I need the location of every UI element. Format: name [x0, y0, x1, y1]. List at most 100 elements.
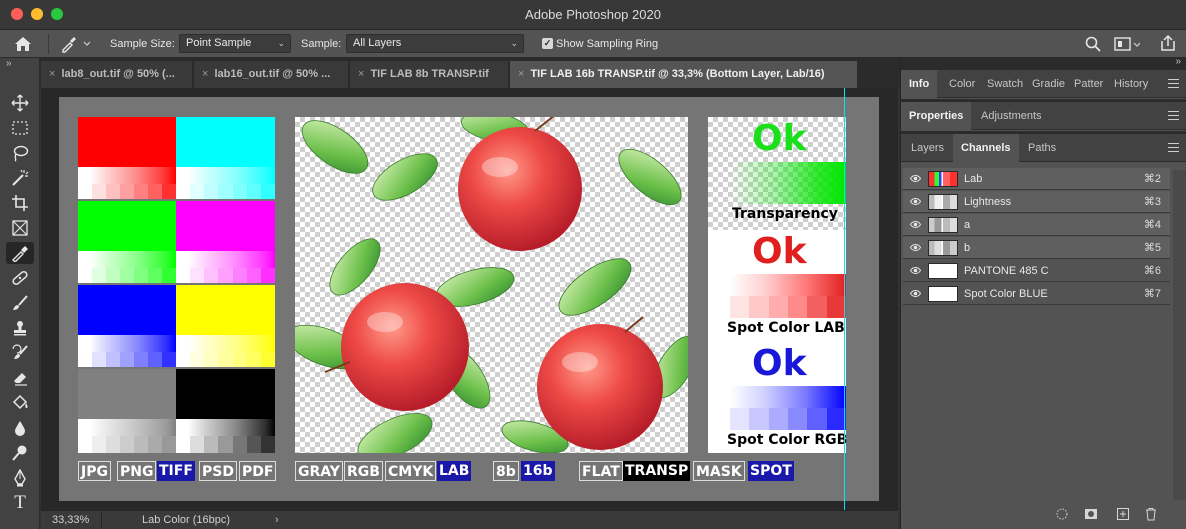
channel-shortcut: ⌘4 [1143, 219, 1161, 231]
new-channel-icon[interactable] [1115, 507, 1131, 523]
expand-icon[interactable]: » [6, 58, 12, 69]
eraser-icon[interactable] [6, 367, 34, 389]
eye-icon[interactable] [910, 220, 921, 229]
share-icon[interactable] [1159, 30, 1177, 58]
tab-swatches[interactable]: Swatch [979, 70, 1025, 98]
spot-lab-test-panel: Ok Spot Color LAB [708, 230, 846, 340]
healing-brush-icon[interactable] [6, 267, 34, 289]
steps-magenta [176, 268, 275, 283]
cyan-guide-line[interactable] [844, 88, 845, 510]
channel-row-b[interactable]: b ⌘5 [903, 237, 1170, 259]
close-icon[interactable]: × [518, 68, 524, 80]
type-icon[interactable]: T [6, 492, 34, 514]
steps-yellow [176, 352, 275, 367]
paint-bucket-icon[interactable] [6, 392, 34, 414]
transparency-test-panel: Ok Transparency [708, 117, 846, 230]
tab-tif-lab-8b[interactable]: × TIF LAB 8b TRANSP.tif [350, 61, 509, 88]
eyedropper-preset-icon[interactable] [60, 30, 91, 58]
marquee-icon[interactable] [6, 117, 34, 139]
collapse-icon[interactable]: » [1175, 56, 1181, 67]
magic-wand-icon[interactable] [6, 167, 34, 189]
crop-icon[interactable] [6, 192, 34, 214]
label-mask: MASK [693, 461, 745, 481]
blur-icon[interactable] [6, 417, 34, 439]
load-selection-icon[interactable] [1054, 507, 1070, 523]
tab-patterns[interactable]: Patter [1066, 70, 1111, 98]
dodge-icon[interactable] [6, 442, 34, 464]
channel-row-lab[interactable]: Lab ⌘2 [903, 168, 1170, 190]
zoom-level[interactable]: 33,33% [52, 511, 89, 529]
save-selection-icon[interactable] [1083, 507, 1099, 523]
toolbar-collapse-gutter[interactable]: » [0, 58, 40, 88]
tab-info[interactable]: Info [901, 70, 938, 98]
channel-thumbnail [928, 171, 958, 187]
eye-icon[interactable] [910, 174, 921, 183]
lasso-icon[interactable] [6, 142, 34, 164]
steps-gray [78, 436, 176, 453]
eye-icon[interactable] [910, 243, 921, 252]
tab-adjustments[interactable]: Adjustments [973, 102, 1050, 130]
tab-properties[interactable]: Properties [901, 102, 972, 130]
caption-transparency: Transparency [732, 206, 838, 222]
panel-scrollbar[interactable] [1173, 170, 1186, 500]
tab-paths[interactable]: Paths [1020, 134, 1064, 162]
label-16b: 16b [521, 461, 555, 481]
chevron-right-icon[interactable]: › [275, 511, 279, 529]
frame-icon[interactable] [6, 217, 34, 239]
move-icon[interactable] [6, 92, 34, 114]
swatch-cyan [176, 117, 275, 167]
tab-color[interactable]: Color [941, 70, 983, 98]
panel-menu-icon[interactable] [1168, 143, 1179, 152]
document-canvas[interactable]: Ok Transparency Ok Spot Color LAB Ok Spo… [59, 97, 879, 501]
workspace-icon[interactable] [1114, 30, 1141, 58]
tab-lab16-out[interactable]: × lab16_out.tif @ 50% ... [194, 61, 349, 88]
channel-row-pantone[interactable]: PANTONE 485 C ⌘6 [903, 260, 1170, 282]
panel-menu-icon[interactable] [1168, 111, 1179, 120]
eye-icon[interactable] [910, 289, 921, 298]
search-icon[interactable] [1085, 30, 1101, 58]
tab-history[interactable]: History [1106, 70, 1158, 98]
channel-thumbnail [928, 217, 958, 233]
history-brush-icon[interactable] [6, 342, 34, 364]
channel-row-spot-blue[interactable]: Spot Color BLUE ⌘7 [903, 283, 1170, 305]
tab-lab8-out[interactable]: × lab8_out.tif @ 50% (... [41, 61, 193, 88]
sample-select[interactable]: All Layers ⌄ [346, 34, 524, 53]
label-flat: FLAT [579, 461, 623, 481]
channel-row-lightness[interactable]: Lightness ⌘3 [903, 191, 1170, 213]
channel-row-a[interactable]: a ⌘4 [903, 214, 1170, 236]
channel-name: PANTONE 485 C [964, 265, 1049, 277]
home-icon[interactable] [14, 30, 32, 58]
close-icon[interactable]: × [49, 68, 55, 80]
apple-pattern-image [295, 117, 688, 453]
apple-leaves-illustration [295, 117, 688, 453]
label-jpg: JPG [78, 461, 111, 481]
eyedropper-icon[interactable] [6, 242, 34, 264]
sample-size-select[interactable]: Point Sample ⌄ [179, 34, 291, 53]
channel-shortcut: ⌘5 [1143, 242, 1161, 254]
eye-icon[interactable] [910, 197, 921, 206]
pen-icon[interactable] [6, 467, 34, 489]
eye-icon[interactable] [910, 266, 921, 275]
tab-tif-lab-16b[interactable]: × TIF LAB 16b TRANSP.tif @ 33,3% (Bottom … [510, 61, 858, 88]
tab-layers[interactable]: Layers [903, 134, 952, 162]
brush-icon[interactable] [6, 292, 34, 314]
panel-menu-icon[interactable] [1168, 79, 1179, 88]
channel-shortcut: ⌘3 [1143, 196, 1161, 208]
stamp-icon[interactable] [6, 317, 34, 339]
label-cmyk: CMYK [385, 461, 437, 481]
tab-channels[interactable]: Channels [953, 134, 1019, 162]
channel-name: Lightness [964, 196, 1012, 208]
steps-green [78, 268, 176, 283]
label-psd: PSD [199, 461, 237, 481]
close-icon[interactable]: × [202, 68, 208, 80]
steps-black [176, 436, 275, 453]
close-icon[interactable]: × [358, 68, 364, 80]
tab-gradients[interactable]: Gradie [1024, 70, 1070, 98]
trash-icon[interactable] [1143, 507, 1159, 523]
tab-label: lab8_out.tif @ 50% (... [61, 68, 175, 80]
layers-panel-tabs: Layers Channels Paths [901, 134, 1186, 162]
label-rgb: RGB [344, 461, 383, 481]
options-bar: Sample Size: Point Sample ⌄ Sample: All … [0, 30, 1186, 58]
show-sampling-ring-checkbox[interactable]: ✓ [542, 38, 553, 49]
canvas-area[interactable]: Ok Transparency Ok Spot Color LAB Ok Spo… [41, 88, 898, 510]
